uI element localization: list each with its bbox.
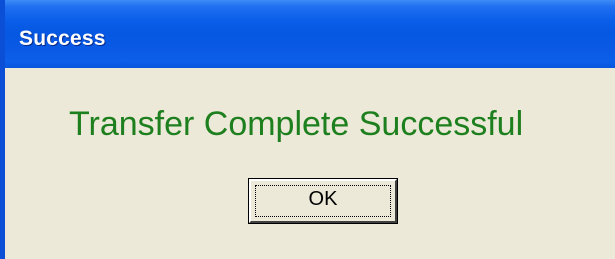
ok-button-label: OK [308,188,338,210]
dialog-body: Transfer Complete Successful OK [5,68,615,259]
ok-button[interactable]: OK [248,178,398,224]
window-title: Success [19,27,106,50]
title-bar[interactable]: Success [5,0,615,68]
success-dialog-window: Success Transfer Complete Successful OK [0,0,615,259]
status-message: Transfer Complete Successful [69,105,524,143]
